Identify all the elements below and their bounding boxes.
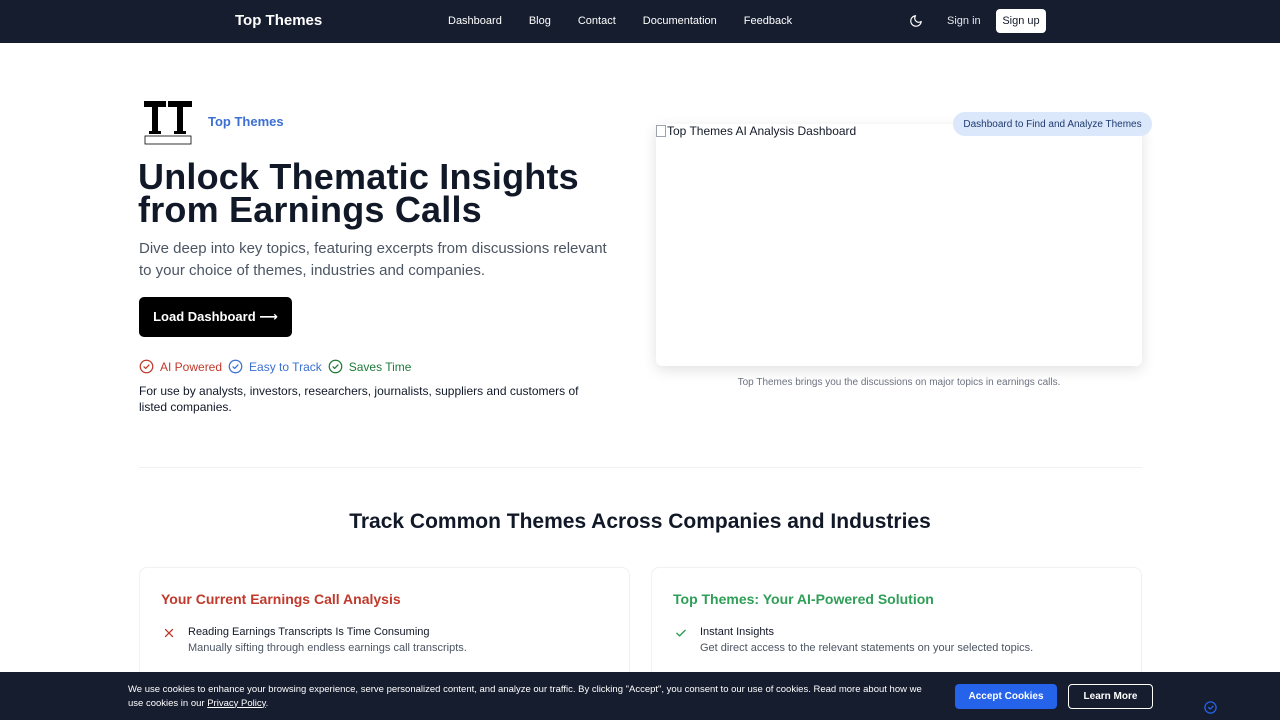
nav-link-contact[interactable]: Contact: [578, 15, 616, 27]
sign-up-button[interactable]: Sign up: [996, 9, 1046, 33]
feature-label: Easy to Track: [249, 359, 322, 374]
nav-link-feedback[interactable]: Feedback: [744, 15, 792, 27]
usage-note: For use by analysts, investors, research…: [139, 384, 579, 414]
feature-list: AI Powered Easy to Track Saves Time: [139, 359, 417, 374]
x-icon: [164, 628, 174, 638]
feature-easy-to-track: Easy to Track: [228, 359, 322, 374]
item-title: Instant Insights: [700, 626, 774, 638]
feature-label: AI Powered: [160, 359, 223, 374]
top-navbar: Top Themes Dashboard Blog Contact Docume…: [0, 0, 1280, 43]
section-divider: [139, 467, 1142, 468]
accept-cookies-button[interactable]: Accept Cookies: [955, 684, 1057, 709]
feature-label: Saves Time: [348, 359, 412, 374]
item-description: Manually sifting through endless earning…: [188, 642, 467, 654]
check-circle-icon: [228, 359, 243, 374]
image-alt-text: Top Themes AI Analysis Dashboard: [667, 124, 857, 138]
card-title: Your Current Earnings Call Analysis: [161, 591, 401, 607]
cookie-banner: We use cookies to enhance your browsing …: [0, 672, 1280, 720]
hero-subtitle: Dive deep into key topics, featuring exc…: [139, 240, 607, 279]
card-title: Top Themes: Your AI-Powered Solution: [673, 591, 934, 607]
cookie-end: .: [265, 697, 269, 709]
nav-link-dashboard[interactable]: Dashboard: [448, 15, 502, 27]
dashboard-badge: Dashboard to Find and Analyze Themes: [953, 112, 1152, 136]
privacy-policy-link[interactable]: Privacy Policy: [207, 698, 265, 709]
nav-link-blog[interactable]: Blog: [529, 15, 551, 27]
moon-icon[interactable]: [909, 14, 923, 28]
cookie-settings-icon[interactable]: [1203, 700, 1218, 715]
logo-text[interactable]: Top Themes: [208, 114, 284, 129]
check-circle-icon: [139, 359, 154, 374]
hero-title: Unlock Thematic Insights from Earnings C…: [138, 156, 579, 230]
cookie-text: We use cookies to enhance your browsing …: [128, 683, 938, 710]
item-description: Get direct access to the relevant statem…: [700, 642, 1034, 654]
top-themes-logo-icon: [144, 101, 192, 145]
feature-ai-powered: AI Powered: [139, 359, 222, 374]
check-circle-icon: [328, 359, 343, 374]
nav-links: Dashboard Blog Contact Documentation Fee…: [448, 15, 819, 27]
image-caption: Top Themes brings you the discussions on…: [737, 377, 1061, 388]
item-title: Reading Earnings Transcripts Is Time Con…: [188, 626, 430, 638]
sign-in-link[interactable]: Sign in: [947, 15, 981, 27]
learn-more-button[interactable]: Learn More: [1068, 684, 1153, 709]
broken-image-icon: [656, 125, 666, 137]
nav-link-documentation[interactable]: Documentation: [643, 15, 717, 27]
load-dashboard-button[interactable]: Load Dashboard ⟶: [139, 297, 292, 337]
section-title: Track Common Themes Across Companies and…: [349, 510, 931, 533]
brand-link[interactable]: Top Themes: [235, 12, 322, 29]
check-icon: [676, 629, 686, 637]
dashboard-image: Top Themes AI Analysis Dashboard: [656, 124, 856, 138]
feature-saves-time: Saves Time: [328, 359, 412, 374]
dashboard-image-card: [656, 124, 1142, 366]
